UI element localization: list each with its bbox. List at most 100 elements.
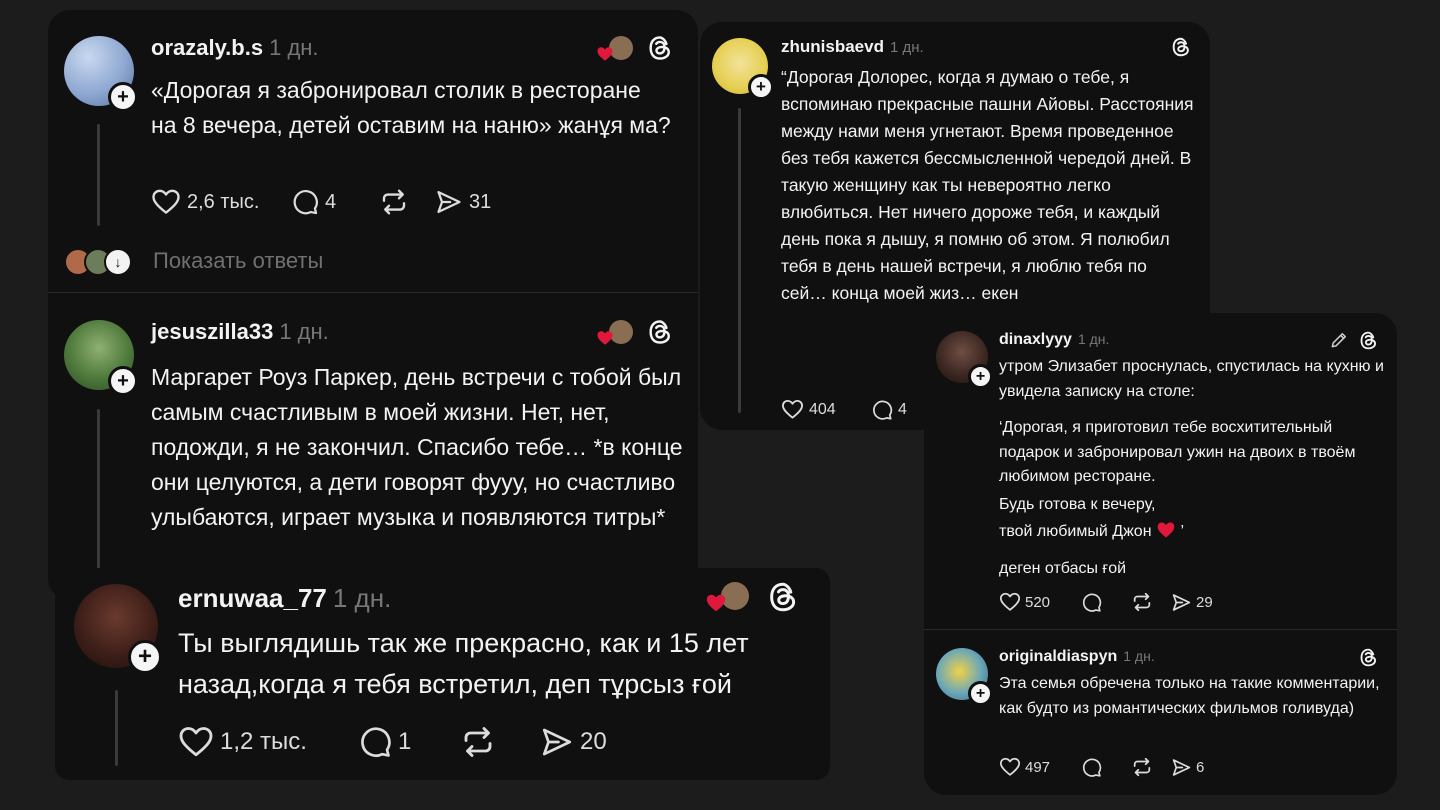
thread-card-right: + dinaxlyyy 1 дн. утром Элизабет проснула… bbox=[924, 313, 1397, 795]
share-icon bbox=[1171, 592, 1192, 613]
avatar[interactable]: + bbox=[936, 648, 993, 706]
post-text: «Дорогая я забронировал столик в рестора… bbox=[151, 77, 671, 138]
timestamp: 1 дн. bbox=[889, 39, 924, 56]
share-button[interactable]: 6 bbox=[1171, 757, 1204, 778]
share-count: 31 bbox=[469, 190, 492, 213]
arrow-down-icon[interactable]: ↓ bbox=[104, 248, 132, 276]
edit-icon[interactable] bbox=[1329, 330, 1349, 350]
post-actions: 497 6 bbox=[999, 756, 1204, 778]
repost-icon bbox=[1131, 756, 1153, 778]
comment-icon bbox=[1081, 592, 1102, 613]
reply-button[interactable] bbox=[1081, 757, 1131, 778]
heart-icon bbox=[999, 591, 1021, 613]
username[interactable]: jesuszilla33 1 дн. bbox=[151, 319, 329, 345]
like-count: 520 bbox=[1025, 593, 1051, 611]
repost-button[interactable] bbox=[460, 724, 540, 760]
like-button[interactable]: 404 bbox=[781, 398, 871, 421]
post-jesuszilla: + jesuszilla33 1 дн. Маргарет Роуз Паркер… bbox=[48, 293, 698, 600]
share-icon bbox=[540, 725, 574, 759]
username[interactable]: ernuwaa_77 1 дн. bbox=[178, 583, 391, 614]
post-text-line: утром Элизабет проснулась, спустилась на… bbox=[999, 358, 1384, 400]
reply-count: 4 bbox=[898, 400, 907, 418]
post-text-line: Будь готова к вечеру, bbox=[999, 495, 1156, 513]
post-orazaly: + orazaly.b.s 1 дн. «Дорогая я заброниров… bbox=[48, 10, 698, 292]
like-button[interactable]: 1,2 тыс. bbox=[178, 724, 358, 760]
liked-heart-icon bbox=[596, 45, 614, 63]
comment-icon bbox=[291, 188, 319, 216]
repost-icon bbox=[460, 724, 496, 760]
repost-icon bbox=[379, 187, 409, 217]
follow-plus-icon[interactable]: + bbox=[968, 681, 993, 706]
show-replies-link[interactable]: Показать ответы bbox=[153, 248, 323, 274]
like-button[interactable]: 497 bbox=[999, 756, 1081, 778]
like-count: 497 bbox=[1025, 758, 1051, 776]
thread-card-bottom: + ernuwaa_77 1 дн. Ты выглядишь так же пр… bbox=[55, 568, 830, 780]
comment-icon bbox=[358, 725, 392, 759]
username[interactable]: dinaxlyyy 1 дн. bbox=[999, 331, 1109, 349]
threads-logo-icon[interactable] bbox=[1170, 36, 1192, 58]
threads-logo-icon[interactable] bbox=[766, 580, 800, 614]
reply-button[interactable]: 4 bbox=[871, 399, 907, 421]
post-text: “Дорогая Долорес, когда я думаю о тебе, … bbox=[781, 67, 1194, 303]
avatar[interactable]: + bbox=[64, 320, 138, 396]
share-icon bbox=[1171, 757, 1192, 778]
comment-icon bbox=[871, 399, 893, 421]
reply-count: 1 bbox=[398, 728, 412, 755]
share-count: 29 bbox=[1196, 593, 1213, 611]
username[interactable]: orazaly.b.s 1 дн. bbox=[151, 35, 319, 61]
liked-by-badge bbox=[596, 320, 636, 346]
follow-plus-icon[interactable]: + bbox=[748, 74, 774, 100]
follow-plus-icon[interactable]: + bbox=[108, 82, 138, 112]
comment-icon bbox=[1081, 757, 1102, 778]
share-button[interactable]: 20 bbox=[540, 725, 607, 759]
post-text: Маргарет Роуз Паркер, день встречи с тоб… bbox=[151, 364, 683, 530]
post-text-line: ‘Дорогая, я приготовил тебе восхитительн… bbox=[999, 419, 1356, 485]
liked-by-badge bbox=[596, 36, 636, 62]
reply-button[interactable]: 1 bbox=[358, 725, 460, 759]
replier-avatars: ↓ bbox=[64, 246, 134, 276]
follow-plus-icon[interactable]: + bbox=[108, 366, 138, 396]
timestamp: 1 дн. bbox=[1077, 331, 1110, 347]
username[interactable]: originaldiaspyn 1 дн. bbox=[999, 648, 1155, 666]
repost-button[interactable] bbox=[1131, 756, 1171, 778]
follow-plus-icon[interactable]: + bbox=[968, 364, 993, 389]
post-originaldiaspyn: + originaldiaspyn 1 дн. Эта семья обречен… bbox=[924, 630, 1397, 795]
share-count: 6 bbox=[1196, 758, 1205, 776]
post-text: Эта семья обречена только на такие комме… bbox=[999, 675, 1380, 717]
liked-heart-icon bbox=[596, 329, 614, 347]
thread-card-left: + orazaly.b.s 1 дн. «Дорогая я заброниров… bbox=[48, 10, 698, 600]
like-button[interactable]: 520 bbox=[999, 591, 1081, 613]
post-dinaxlyyy: + dinaxlyyy 1 дн. утром Элизабет проснула… bbox=[924, 313, 1397, 629]
threads-logo-icon[interactable] bbox=[646, 318, 674, 346]
share-button[interactable]: 29 bbox=[1171, 592, 1213, 613]
like-button[interactable]: 2,6 тыс. bbox=[151, 187, 291, 217]
follow-plus-icon[interactable]: + bbox=[128, 640, 162, 674]
heart-icon bbox=[781, 398, 804, 421]
threads-logo-icon[interactable] bbox=[1358, 647, 1379, 668]
threads-logo-icon[interactable] bbox=[1358, 330, 1379, 351]
timestamp: 1 дн. bbox=[279, 319, 329, 344]
repost-button[interactable] bbox=[379, 187, 435, 217]
reply-count: 4 bbox=[325, 190, 337, 213]
threads-logo-icon[interactable] bbox=[646, 34, 674, 62]
post-actions: 2,6 тыс. 4 31 bbox=[151, 187, 491, 217]
red-heart-icon bbox=[1156, 520, 1176, 540]
post-actions: 520 29 bbox=[999, 591, 1213, 613]
reply-button[interactable]: 4 bbox=[291, 188, 379, 216]
timestamp: 1 дн. bbox=[1123, 648, 1155, 664]
share-icon bbox=[435, 188, 463, 216]
post-actions: 404 4 bbox=[781, 398, 907, 421]
username[interactable]: zhunisbaevd 1 дн. bbox=[781, 37, 924, 57]
post-text: утром Элизабет проснулась, спустилась на… bbox=[999, 355, 1389, 581]
share-button[interactable]: 31 bbox=[435, 188, 491, 216]
avatar[interactable]: + bbox=[936, 331, 993, 389]
avatar[interactable]: + bbox=[712, 38, 774, 100]
heart-icon bbox=[151, 187, 181, 217]
repost-button[interactable] bbox=[1131, 591, 1171, 613]
post-text-line: деген отбасы ғой bbox=[999, 559, 1127, 577]
avatar[interactable]: + bbox=[74, 584, 162, 674]
post-text: Ты выглядишь так же прекрасно, как и 15 … bbox=[178, 628, 749, 699]
reply-button[interactable] bbox=[1081, 592, 1131, 613]
avatar[interactable]: + bbox=[64, 36, 138, 112]
thread-line bbox=[97, 409, 100, 579]
